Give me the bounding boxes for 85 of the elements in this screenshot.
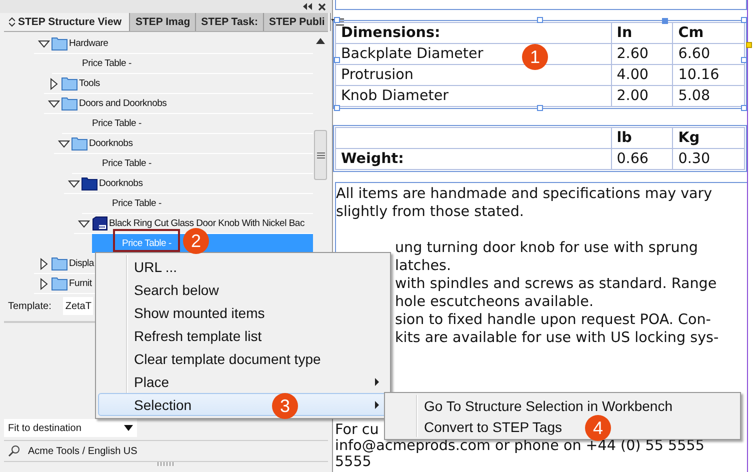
product-icon: [91, 216, 108, 232]
column-header: Weight:: [336, 148, 612, 170]
selection-handle[interactable]: [537, 17, 543, 23]
tree-item[interactable]: Doorknobs: [54, 134, 313, 154]
selection-handle[interactable]: [334, 57, 340, 63]
menu-item[interactable]: Refresh template list: [98, 324, 269, 347]
selection-handle[interactable]: [741, 17, 747, 23]
folder-icon: [51, 276, 68, 291]
template-dropdown[interactable]: ZetaT: [63, 297, 94, 315]
expanded-arrow-icon[interactable]: [38, 38, 50, 50]
expanded-arrow-icon[interactable]: [58, 138, 70, 150]
selection-handle[interactable]: [334, 17, 340, 23]
body-text: ung turning door knob for use with sprung: [395, 240, 698, 256]
close-icon[interactable]: [318, 2, 326, 10]
scroll-up-icon[interactable]: [316, 38, 325, 44]
body-text: with spindles and screws as standard. Range: [395, 276, 717, 292]
collapse-panel-icon[interactable]: [303, 3, 312, 10]
column-header: Kg: [672, 128, 744, 148]
column-header: In: [611, 22, 673, 44]
tree-item[interactable]: Price Table -: [82, 194, 313, 214]
expanded-arrow-icon[interactable]: [78, 218, 90, 230]
folder-icon: [81, 176, 98, 191]
panel-tab[interactable]: STEP Imag: [130, 13, 196, 31]
body-text: kits are available for use with US locking sys-: [395, 330, 719, 346]
column-header: Cm: [672, 22, 744, 44]
selection-handle[interactable]: [334, 105, 340, 111]
selection-handle[interactable]: [537, 105, 543, 111]
tree-item[interactable]: Hardware: [34, 34, 313, 54]
body-text: latches.: [395, 258, 452, 274]
folder-icon: [61, 76, 78, 91]
table-cell: 0.30: [672, 148, 744, 170]
body-text: All items are handmade and specifications may vary: [336, 186, 712, 202]
menu-item[interactable]: Place: [98, 370, 388, 393]
expanded-arrow-icon[interactable]: [48, 98, 60, 110]
table-cell: 4.00: [611, 64, 673, 86]
collapsed-arrow-icon[interactable]: [38, 278, 50, 290]
fit-dropdown[interactable]: Fit to destination: [4, 419, 137, 437]
dropdown-arrow-icon: [124, 425, 133, 431]
folder-icon: [51, 256, 68, 271]
selection-handle[interactable]: [741, 57, 747, 63]
column-header: lb: [611, 128, 673, 148]
menu-item[interactable]: Convert to STEP Tags: [387, 416, 569, 437]
collapsed-arrow-icon[interactable]: [38, 258, 50, 270]
tree-item[interactable]: Tools: [44, 74, 313, 94]
menu-item[interactable]: Clear template document type: [98, 347, 328, 370]
selection-handle[interactable]: [662, 18, 668, 24]
callout-badge: 1: [522, 44, 548, 70]
sort-icon: [9, 17, 15, 27]
tree-item[interactable]: Doors and Doorknobs: [44, 94, 313, 114]
panel-tab[interactable]: STEP Structure View: [4, 13, 130, 31]
menu-item[interactable]: Search below: [98, 278, 226, 301]
collapsed-arrow-icon[interactable]: [48, 78, 60, 90]
template-label: Template:: [8, 300, 52, 312]
table-cell: 2.00: [611, 86, 673, 106]
column-header: Dimensions:: [336, 22, 612, 44]
panel-tab[interactable]: STEP Publi: [264, 13, 331, 31]
table-cell: 0.66: [611, 148, 673, 170]
folder-icon: [61, 96, 78, 111]
body-text: hole escutcheons available.: [395, 294, 594, 310]
menu-item[interactable]: Go To Structure Selection in Workbench: [387, 395, 680, 416]
body-text: For cu: [335, 422, 379, 438]
expanded-arrow-icon[interactable]: [68, 178, 80, 190]
selection-handle[interactable]: [741, 105, 747, 111]
body-text: slightly from those stated.: [336, 204, 524, 220]
selection-handle[interactable]: [746, 42, 752, 48]
highlight-frame: [113, 229, 180, 252]
panel-menu-icon[interactable]: [330, 18, 344, 26]
folder-icon: [51, 36, 68, 51]
body-text: sion to fixed handle upon request POA. Con-: [395, 312, 711, 328]
table-cell: Knob Diameter: [336, 86, 612, 106]
menu-item[interactable]: Show mounted items: [98, 301, 272, 324]
folder-icon: [71, 136, 88, 151]
resize-grip-icon[interactable]: [157, 462, 175, 466]
menu-item[interactable]: URL ...: [98, 255, 184, 278]
table-cell: 2.60: [611, 44, 673, 64]
panel-tab[interactable]: STEP Task:: [196, 13, 264, 31]
table-cell: 10.16: [672, 64, 744, 86]
tree-item[interactable]: Price Table -: [72, 154, 313, 174]
status-text: Acme Tools / English US: [28, 446, 138, 456]
body-text: 5555: [335, 454, 372, 470]
tree-item[interactable]: Price Table -: [52, 54, 313, 74]
scrollbar-thumb[interactable]: [314, 130, 327, 180]
tree-item[interactable]: Doorknobs: [64, 174, 313, 194]
tree-item[interactable]: Price Table -: [62, 114, 313, 134]
search-icon[interactable]: [8, 445, 20, 457]
